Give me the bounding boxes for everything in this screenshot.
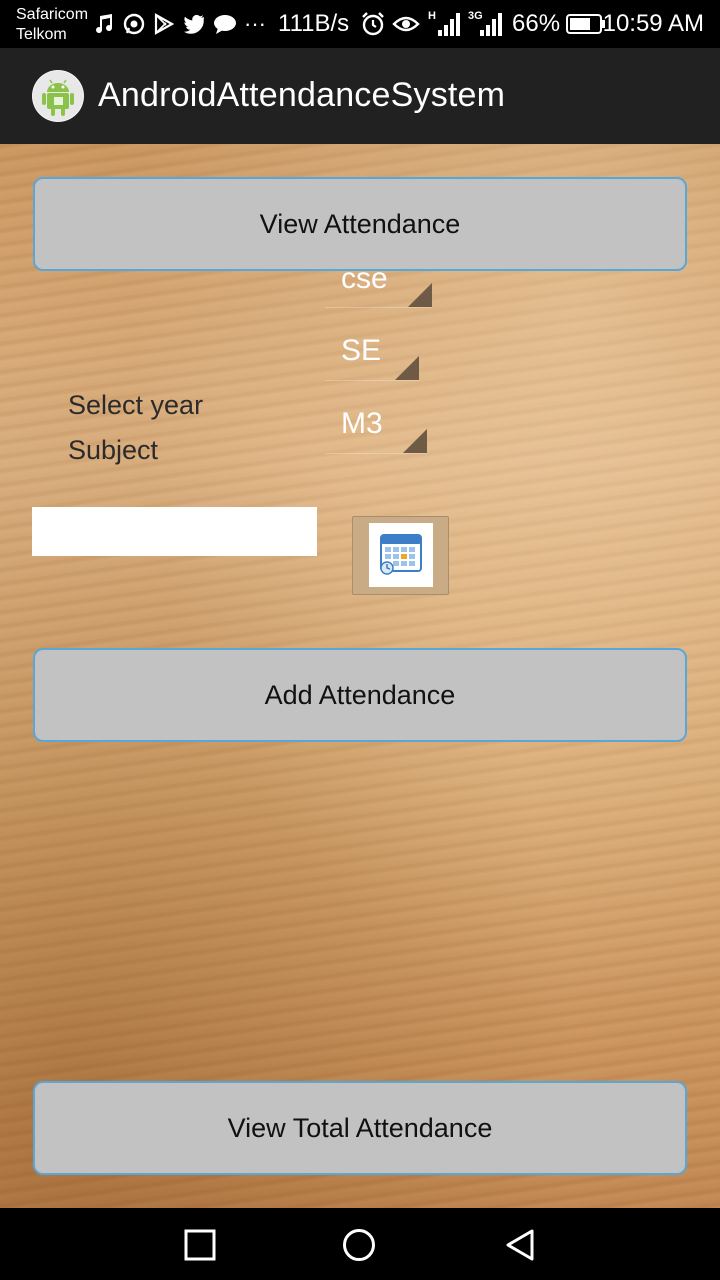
main-content: View Attendance cse SE Select year M3 Su… bbox=[0, 144, 720, 1208]
play-store-icon bbox=[154, 13, 175, 35]
action-bar: AndroidAttendanceSystem bbox=[0, 48, 720, 144]
whatsapp-icon bbox=[123, 13, 145, 35]
spinner-arrow-icon bbox=[408, 283, 432, 307]
calendar-icon bbox=[369, 523, 433, 587]
navigation-bar bbox=[0, 1208, 720, 1280]
carrier-2: Telkom bbox=[16, 26, 67, 43]
year-spinner[interactable]: SE bbox=[325, 334, 419, 381]
status-bar: Safaricom Telkom ··· 111B/s H 3G 66% 10:… bbox=[0, 0, 720, 48]
recents-icon[interactable] bbox=[183, 1228, 217, 1262]
spinner-arrow-icon bbox=[403, 429, 427, 453]
carrier-names: Safaricom Telkom bbox=[16, 5, 88, 45]
notification-icons: ··· bbox=[92, 11, 266, 37]
alarm-icon bbox=[362, 12, 384, 36]
more-notifications-icon: ··· bbox=[244, 11, 266, 36]
message-icon bbox=[214, 15, 236, 34]
battery-percent: 66% bbox=[512, 10, 561, 37]
carrier-1: Safaricom bbox=[16, 6, 89, 23]
clock: 10:59 AM bbox=[602, 10, 704, 37]
calendar-button[interactable] bbox=[352, 516, 449, 595]
eye-comfort-icon bbox=[392, 16, 420, 32]
view-total-attendance-button[interactable]: View Total Attendance bbox=[33, 1081, 687, 1175]
date-input[interactable] bbox=[32, 507, 317, 556]
music-icon bbox=[96, 14, 113, 34]
view-attendance-button[interactable]: View Attendance bbox=[33, 177, 687, 271]
add-attendance-button[interactable]: Add Attendance bbox=[33, 648, 687, 742]
app-title: AndroidAttendanceSystem bbox=[98, 76, 506, 114]
signal-2-bars-icon bbox=[480, 13, 502, 36]
subject-value: M3 bbox=[341, 407, 383, 440]
android-logo-icon bbox=[32, 70, 84, 122]
battery-icon bbox=[566, 14, 606, 34]
subject-spinner[interactable]: M3 bbox=[325, 407, 427, 454]
spinner-arrow-icon bbox=[395, 356, 419, 380]
network-speed: 111B/s bbox=[278, 10, 350, 37]
home-icon[interactable] bbox=[342, 1228, 376, 1262]
status-icons-right: H 3G 66% bbox=[360, 10, 606, 38]
select-year-label: Select year bbox=[68, 390, 204, 420]
department-value: cse bbox=[341, 262, 388, 295]
signal-1: H bbox=[426, 10, 462, 38]
back-icon[interactable] bbox=[503, 1228, 537, 1262]
department-spinner[interactable]: cse bbox=[325, 262, 432, 308]
signal-2: 3G bbox=[468, 10, 504, 38]
signal-1-bars-icon bbox=[438, 13, 460, 36]
twitter-icon bbox=[184, 14, 204, 34]
year-value: SE bbox=[341, 334, 382, 367]
subject-label: Subject bbox=[68, 435, 159, 465]
